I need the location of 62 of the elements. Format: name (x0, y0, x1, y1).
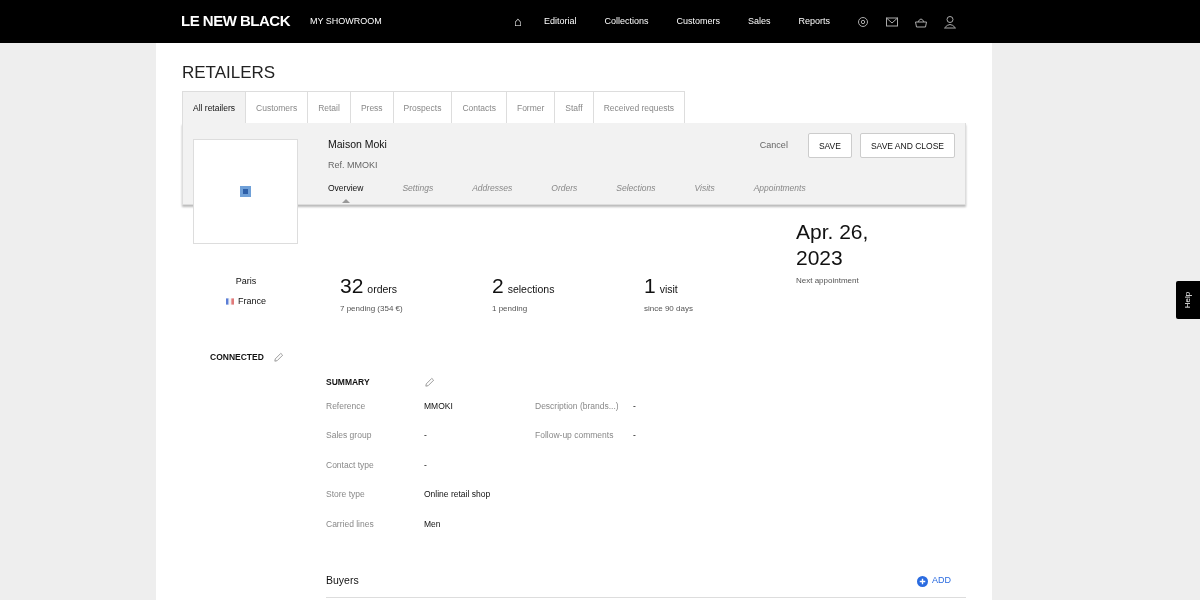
cancel-link[interactable]: Cancel (759, 139, 788, 153)
stat-caption: Next appointment (796, 274, 860, 287)
field-value: MMOKI (424, 399, 454, 413)
nav-link[interactable]: Reports (798, 14, 830, 29)
country-label: France (238, 294, 266, 308)
mail-icon[interactable] (885, 14, 899, 29)
stat-caption: since 90 days (644, 303, 694, 316)
home-icon[interactable]: ⌂ (514, 11, 522, 32)
field-label: Contact type (326, 458, 375, 472)
stat-unit: visit (659, 282, 678, 298)
stat-number: 32 (340, 275, 364, 297)
field-value: - (424, 458, 428, 472)
field-value: - (633, 399, 637, 413)
image-placeholder-icon (240, 186, 251, 198)
flag-icon (226, 298, 234, 306)
tab[interactable]: Visits (694, 181, 715, 203)
field-label: Carried lines (326, 517, 375, 531)
add-button[interactable]: ADD (917, 574, 951, 588)
save-button[interactable]: SAVE (807, 133, 852, 159)
stat-number: 2 (492, 275, 504, 297)
retailer-name: Maison Moki (328, 137, 387, 153)
save-and-close-button[interactable]: SAVE AND CLOSE (859, 133, 955, 159)
stat-number: 1 (644, 275, 656, 297)
field-value: - (633, 429, 637, 443)
stat-unit: orders (367, 282, 398, 298)
field-value: Online retail shop (424, 488, 492, 502)
field-value: - (424, 429, 428, 443)
tab[interactable]: Overview (328, 181, 364, 203)
tab[interactable]: Appointments (753, 181, 806, 203)
field-label: Reference (326, 399, 367, 413)
help-tab[interactable]: Help (1176, 281, 1200, 319)
section-title: SUMMARY (326, 375, 371, 389)
stat-unit: selections (507, 282, 555, 298)
field-label: Store type (326, 488, 366, 502)
tab[interactable]: Selections (616, 181, 656, 203)
user-icon[interactable] (943, 14, 957, 29)
tab[interactable]: Addresses (472, 181, 513, 203)
tab[interactable]: Received requests (592, 91, 686, 124)
city-label: Paris (234, 275, 258, 289)
nav-link[interactable]: Sales (747, 14, 771, 29)
nav-link[interactable]: Customers (676, 14, 720, 29)
field-label: Follow-up comments (535, 429, 615, 443)
nav-link[interactable]: Editorial (543, 14, 577, 29)
page-title: RETAILERS (182, 62, 277, 84)
brand-logo[interactable]: LE NEW BLACK (181, 10, 290, 33)
connection-status: CONNECTED (210, 351, 264, 364)
tab[interactable]: Settings (402, 181, 434, 203)
plus-icon (917, 575, 928, 587)
tab[interactable]: Orders (551, 181, 578, 203)
appointment-date: Apr. 26, 2023 (796, 219, 870, 270)
section-title: Buyers (326, 573, 359, 589)
nav-link[interactable]: Collections (604, 14, 649, 29)
tab[interactable]: All retailers (182, 91, 247, 124)
stat-caption: 1 pending (492, 303, 529, 316)
settings-icon[interactable] (856, 14, 870, 29)
showroom-link[interactable]: MY SHOWROOM (310, 14, 382, 29)
field-label: Description (brands...) (535, 399, 620, 413)
retailer-reference: Ref. MMOKI (328, 159, 379, 173)
caret-icon (341, 199, 350, 204)
field-value: Men (424, 517, 442, 531)
stat-caption: 7 pending (354 €) (340, 303, 404, 316)
field-label: Sales group (326, 429, 373, 443)
